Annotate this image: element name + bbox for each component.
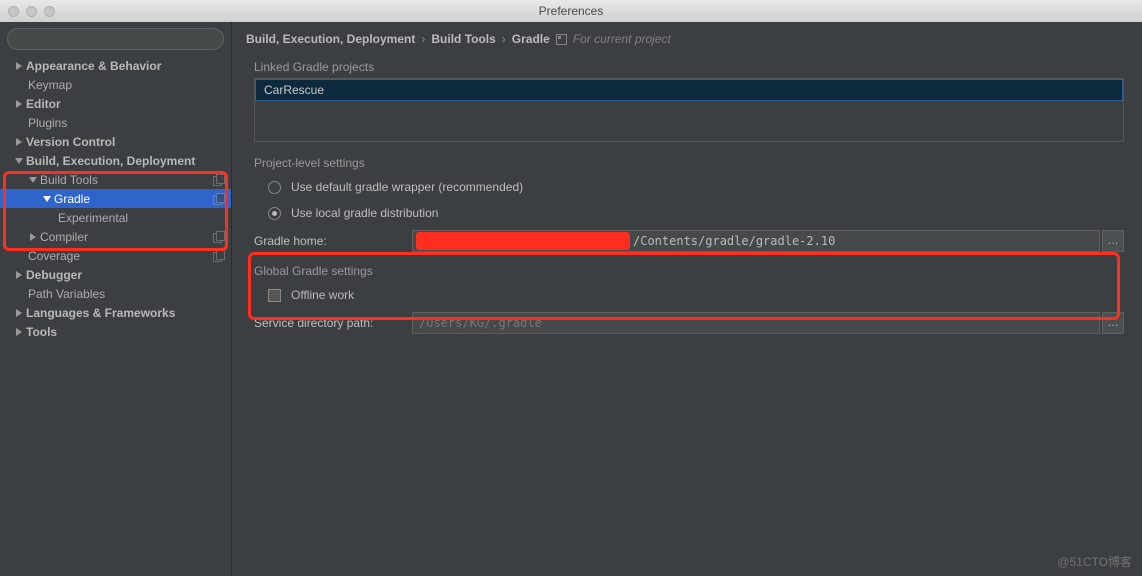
chevron-right-icon xyxy=(14,100,24,108)
gradle-home-label: Gradle home: xyxy=(254,234,404,248)
chevron-down-icon xyxy=(14,157,24,165)
sidebar-item-coverage[interactable]: Coverage xyxy=(0,246,231,265)
tree-label: Build Tools xyxy=(40,173,98,187)
chevron-down-icon xyxy=(42,195,52,203)
search-input[interactable] xyxy=(7,28,224,50)
chevron-right-icon xyxy=(28,233,38,241)
tree-label: Build, Execution, Deployment xyxy=(26,154,195,168)
linked-projects-list[interactable]: CarRescue xyxy=(254,78,1124,142)
window-title: Preferences xyxy=(539,4,604,18)
sidebar-item-debugger[interactable]: Debugger xyxy=(0,265,231,284)
chevron-right-icon xyxy=(14,328,24,336)
radio-default-wrapper[interactable]: Use default gradle wrapper (recommended) xyxy=(254,174,1124,200)
project-scope-icon xyxy=(213,250,225,262)
tree-label: Keymap xyxy=(28,78,72,92)
redaction xyxy=(416,232,630,250)
offline-work-row[interactable]: Offline work xyxy=(254,282,1124,308)
close-icon[interactable] xyxy=(8,6,19,17)
tree-label: Path Variables xyxy=(28,287,105,301)
checkbox-icon[interactable] xyxy=(268,289,281,302)
tree-label: Version Control xyxy=(26,135,115,149)
sidebar-item-gradle[interactable]: Gradle xyxy=(0,189,231,208)
crumb-a[interactable]: Build, Execution, Deployment xyxy=(246,32,415,46)
project-level-label: Project-level settings xyxy=(254,156,1124,170)
minimize-icon[interactable] xyxy=(26,6,37,17)
offline-label: Offline work xyxy=(291,288,354,302)
sidebar-item-editor[interactable]: Editor xyxy=(0,94,231,113)
settings-tree: Appearance & Behavior Keymap Editor Plug… xyxy=(0,56,231,576)
service-dir-input[interactable] xyxy=(412,312,1100,334)
radio-icon[interactable] xyxy=(268,181,281,194)
tree-label: Experimental xyxy=(58,211,128,225)
watermark: @51CTO博客 xyxy=(1057,553,1132,570)
chevron-right-icon: › xyxy=(421,32,425,46)
project-scope-icon xyxy=(213,231,225,243)
global-label: Global Gradle settings xyxy=(254,264,1124,278)
sidebar-item-experimental[interactable]: Experimental xyxy=(0,208,231,227)
tree-label: Languages & Frameworks xyxy=(26,306,175,320)
sidebar-item-bed[interactable]: Build, Execution, Deployment xyxy=(0,151,231,170)
project-scope-icon xyxy=(213,193,225,205)
tree-label: Coverage xyxy=(28,249,80,263)
radio-icon[interactable] xyxy=(268,207,281,220)
tree-label: Editor xyxy=(26,97,61,111)
chevron-down-icon xyxy=(28,176,38,184)
list-item[interactable]: CarRescue xyxy=(255,79,1123,101)
zoom-icon[interactable] xyxy=(44,6,55,17)
breadcrumb: Build, Execution, Deployment › Build Too… xyxy=(246,32,1124,46)
sidebar-item-appearance[interactable]: Appearance & Behavior xyxy=(0,56,231,75)
chevron-right-icon: › xyxy=(502,32,506,46)
project-scope-icon xyxy=(213,174,225,186)
tree-label: Appearance & Behavior xyxy=(26,59,161,73)
sidebar-item-path-vars[interactable]: Path Variables xyxy=(0,284,231,303)
linked-label: Linked Gradle projects xyxy=(254,60,1124,74)
project-scope-icon xyxy=(556,34,567,45)
tree-label: Plugins xyxy=(28,116,67,130)
chevron-right-icon xyxy=(14,309,24,317)
browse-button[interactable]: … xyxy=(1102,312,1124,334)
titlebar: Preferences xyxy=(0,0,1142,22)
tree-label: Tools xyxy=(26,325,57,339)
sidebar-item-keymap[interactable]: Keymap xyxy=(0,75,231,94)
tree-label: Compiler xyxy=(40,230,88,244)
sidebar-item-tools[interactable]: Tools xyxy=(0,322,231,341)
chevron-right-icon xyxy=(14,138,24,146)
radio-local-label: Use local gradle distribution xyxy=(291,206,438,220)
main-panel: Build, Execution, Deployment › Build Too… xyxy=(232,22,1142,576)
radio-default-label: Use default gradle wrapper (recommended) xyxy=(291,180,523,194)
crumb-b[interactable]: Build Tools xyxy=(431,32,495,46)
sidebar-item-compiler[interactable]: Compiler xyxy=(0,227,231,246)
chevron-right-icon xyxy=(14,62,24,70)
sidebar-item-plugins[interactable]: Plugins xyxy=(0,113,231,132)
sidebar-item-lang-fw[interactable]: Languages & Frameworks xyxy=(0,303,231,322)
scope-note: For current project xyxy=(573,32,671,46)
traffic-lights[interactable] xyxy=(8,6,55,17)
tree-label: Gradle xyxy=(54,192,90,206)
sidebar-item-build-tools[interactable]: Build Tools xyxy=(0,170,231,189)
sidebar-item-vcs[interactable]: Version Control xyxy=(0,132,231,151)
tree-label: Debugger xyxy=(26,268,82,282)
service-dir-label: Service directory path: xyxy=(254,316,404,330)
chevron-right-icon xyxy=(14,271,24,279)
radio-local-dist[interactable]: Use local gradle distribution xyxy=(254,200,1124,226)
crumb-c: Gradle xyxy=(512,32,550,46)
browse-button[interactable]: … xyxy=(1102,230,1124,252)
sidebar: Appearance & Behavior Keymap Editor Plug… xyxy=(0,22,232,576)
